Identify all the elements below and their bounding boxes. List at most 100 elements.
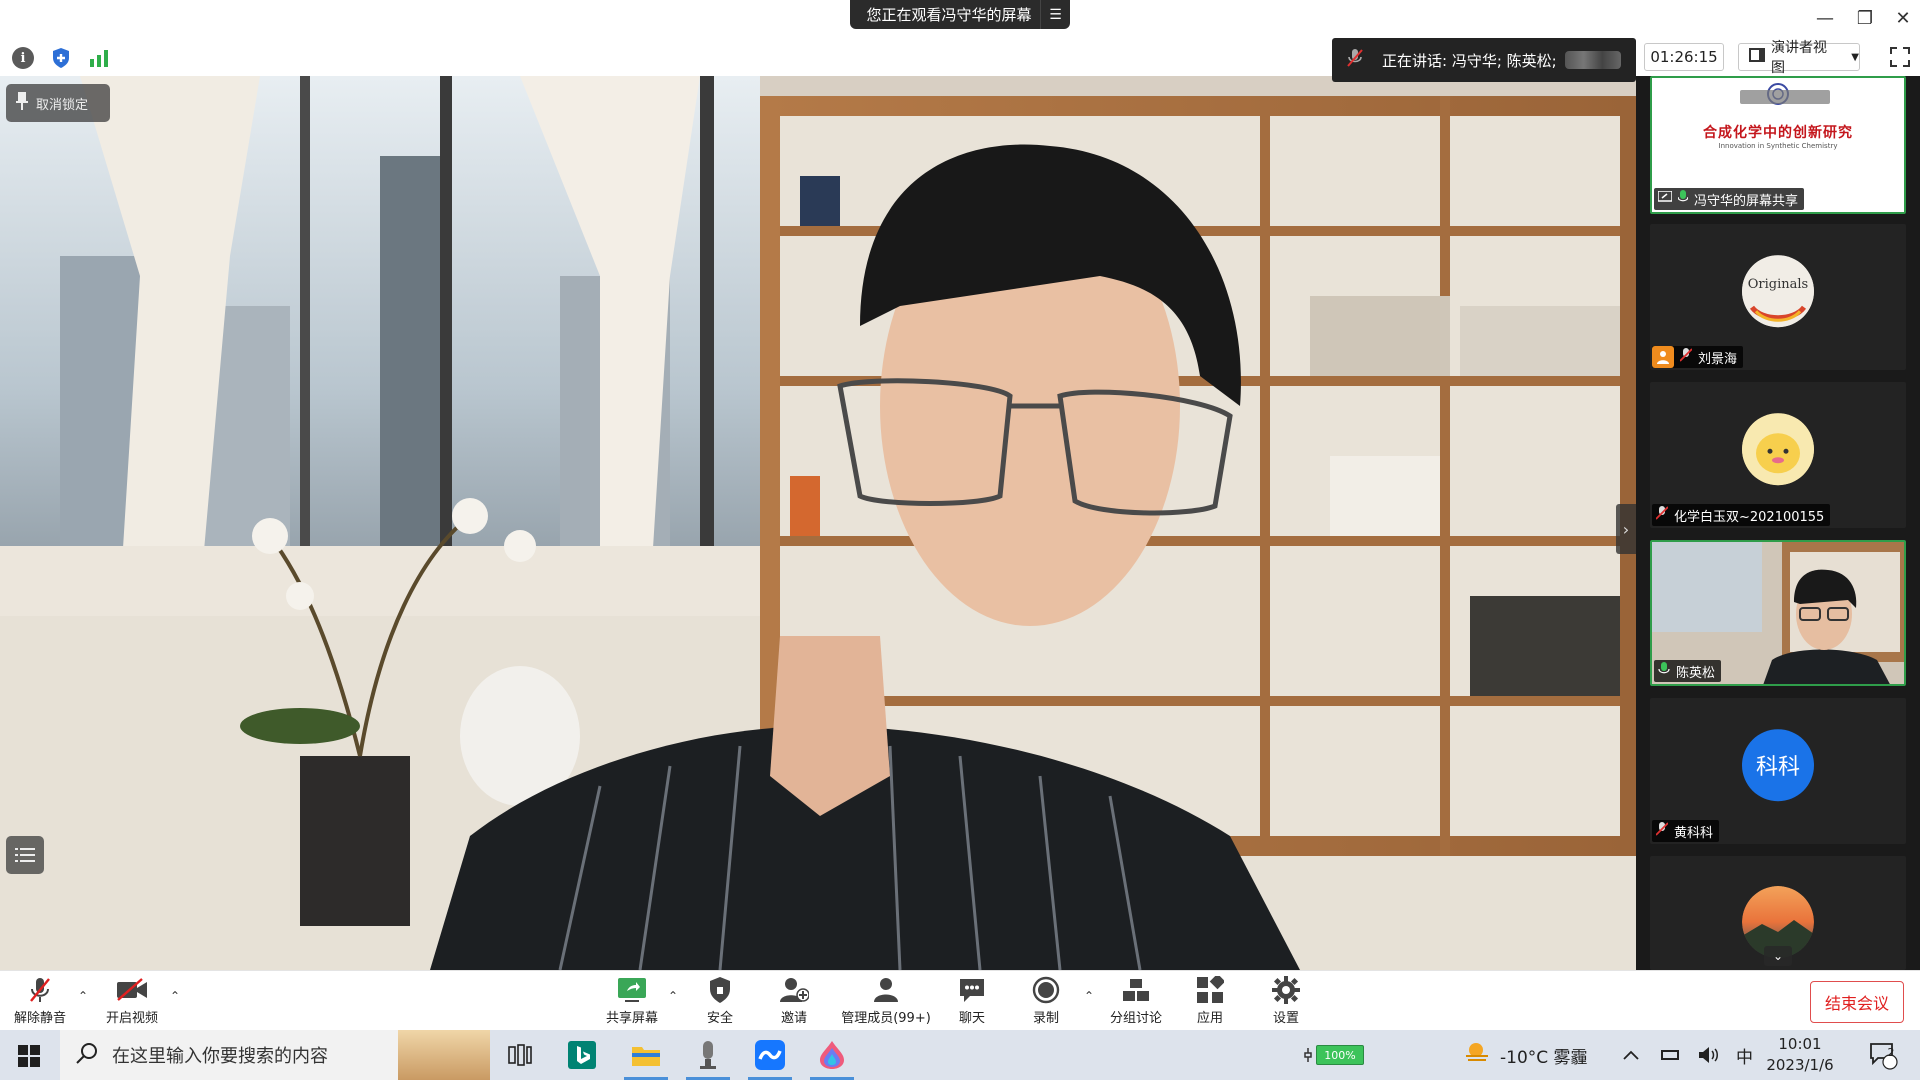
close-button[interactable]: ✕ xyxy=(1888,8,1918,29)
participant-name: 化学白玉双~202100155 xyxy=(1674,509,1825,525)
windows-start-icon[interactable] xyxy=(18,1045,40,1067)
muted-mic-icon xyxy=(1655,506,1669,524)
share-options-caret-icon[interactable]: ⌃ xyxy=(666,989,680,1003)
weather-widget[interactable]: -10°C 雾霾 xyxy=(1464,1030,1588,1080)
participant-name-tag: 刘景海 xyxy=(1652,346,1744,368)
view-mode-dropdown[interactable]: 演讲者视图 ▼ xyxy=(1738,40,1860,76)
participant-tile-active[interactable]: 陈英松 xyxy=(1650,540,1906,686)
browser-app-icon[interactable] xyxy=(804,1030,860,1080)
participant-name-tag: 陈英松 xyxy=(1654,660,1722,682)
chat-label: 聊天 xyxy=(958,1011,985,1026)
volume-icon[interactable] xyxy=(1698,1030,1720,1080)
video-off-icon xyxy=(115,975,149,1005)
main-speaker-video[interactable]: 取消锁定 › xyxy=(0,76,1636,970)
screen-share-banner[interactable]: 您正在观看冯守华的屏幕 ☰ xyxy=(850,0,1070,29)
share-screen-icon xyxy=(615,975,649,1005)
chevron-down-icon: ▼ xyxy=(1851,51,1859,63)
ime-indicator[interactable]: 中 xyxy=(1736,1030,1753,1080)
mic-on-icon xyxy=(1677,190,1689,208)
notification-center-icon[interactable]: 2 xyxy=(1868,1030,1898,1080)
participants-icon xyxy=(869,975,903,1005)
participant-tile[interactable]: 化学白玉双~202100155 xyxy=(1650,382,1906,528)
participant-name-tag: 黄科科 xyxy=(1652,820,1720,842)
taskbar-search-input[interactable]: 在这里输入你要搜索的内容 xyxy=(60,1030,490,1080)
menu-icon[interactable]: ☰ xyxy=(1040,0,1070,29)
battery-level: 100% xyxy=(1316,1045,1364,1065)
weather-label: -10°C 雾霾 xyxy=(1500,1047,1588,1068)
participant-tile[interactable]: Originals 刘景海 xyxy=(1650,224,1906,370)
meeting-timer: 01:26:15 xyxy=(1644,43,1724,71)
screen-share-thumbnail[interactable]: 合成化学中的创新研究 Innovation in Synthetic Chemi… xyxy=(1650,76,1906,214)
manage-participants-button[interactable]: 管理成员(99+) xyxy=(838,975,934,1029)
view-mode-label: 演讲者视图 xyxy=(1771,40,1827,76)
collapse-panel-chevron-icon[interactable]: › xyxy=(1616,504,1636,554)
apps-button[interactable]: 应用 xyxy=(1170,975,1250,1029)
tencent-meeting-icon[interactable] xyxy=(742,1030,798,1080)
fullscreen-icon[interactable] xyxy=(1890,47,1910,67)
task-view-icon[interactable] xyxy=(492,1030,548,1080)
chat-button[interactable]: 聊天 xyxy=(932,975,1012,1029)
start-video-label: 开启视频 xyxy=(105,1011,158,1026)
restore-button[interactable]: ❐ xyxy=(1850,8,1880,29)
show-hidden-icons-chevron-icon[interactable] xyxy=(1622,1030,1640,1080)
info-icon[interactable]: i xyxy=(12,47,34,69)
signal-icon[interactable] xyxy=(88,47,110,69)
settings-button[interactable]: 设置 xyxy=(1246,975,1326,1029)
search-icon xyxy=(76,1042,98,1069)
search-placeholder: 在这里输入你要搜索的内容 xyxy=(112,1046,328,1067)
avatar xyxy=(1742,413,1814,486)
chevron-down-icon[interactable]: ⌄ xyxy=(1764,946,1792,966)
shield-icon[interactable] xyxy=(50,47,72,69)
muted-mic-icon xyxy=(1346,48,1370,72)
unpin-button[interactable]: 取消锁定 xyxy=(6,84,110,122)
manage-participants-label: 管理成员(99+) xyxy=(841,1011,931,1026)
participant-tile[interactable]: ⌄ xyxy=(1650,856,1906,970)
windows-taskbar: 在这里输入你要搜索的内容 100% -10°C 雾霾 中 10:01 2023/… xyxy=(0,1030,1920,1080)
record-icon xyxy=(1029,975,1063,1005)
share-screen-label: 共享屏幕 xyxy=(605,1011,658,1026)
haze-weather-icon xyxy=(1464,1042,1490,1069)
avatar: 科科 xyxy=(1742,729,1814,802)
zoom-meeting-window: 您正在观看冯守华的屏幕 ☰ — ❐ ✕ i 取消锁定 › 正在讲话: 冯守华; … xyxy=(0,0,1920,1080)
slide-subtitle: Innovation in Synthetic Chemistry xyxy=(1718,142,1838,150)
taskbar-clock[interactable]: 10:01 2023/1/6 xyxy=(1760,1034,1840,1076)
video-options-caret-icon[interactable]: ⌃ xyxy=(168,989,182,1003)
unmute-button[interactable]: 解除静音 xyxy=(0,975,80,1029)
battery-charging-icon: 100% xyxy=(1302,1045,1364,1065)
end-meeting-button[interactable]: 结束会议 xyxy=(1810,981,1904,1023)
mic-on-icon xyxy=(1658,662,1670,680)
security-label: 安全 xyxy=(706,1011,733,1026)
screen-share-label: 冯守华的屏幕共享 xyxy=(1694,193,1799,209)
muted-mic-icon xyxy=(1655,822,1669,840)
speaker-view-icon xyxy=(1749,48,1765,66)
screen-share-icon xyxy=(1657,190,1673,207)
unpin-label: 取消锁定 xyxy=(36,97,89,113)
invite-button[interactable]: 邀请 xyxy=(754,975,834,1029)
notification-count: 2 xyxy=(1887,1046,1895,1059)
record-label: 录制 xyxy=(1032,1011,1059,1026)
record-options-caret-icon[interactable]: ⌃ xyxy=(1082,989,1096,1003)
participant-name: 刘景海 xyxy=(1698,351,1738,367)
participant-name-tag: 化学白玉双~202100155 xyxy=(1652,504,1831,526)
participant-panel: 合成化学中的创新研究 Innovation in Synthetic Chemi… xyxy=(1636,76,1920,970)
clock-date: 2023/1/6 xyxy=(1766,1056,1834,1074)
file-explorer-icon[interactable] xyxy=(618,1030,674,1080)
share-screen-button[interactable]: 共享屏幕 xyxy=(592,975,672,1029)
bing-icon[interactable] xyxy=(554,1030,610,1080)
participant-tile[interactable]: 科科 黄科科 xyxy=(1650,698,1906,844)
audio-options-caret-icon[interactable]: ⌃ xyxy=(76,989,90,1003)
record-button[interactable]: 录制 xyxy=(1006,975,1086,1029)
breakout-rooms-label: 分组讨论 xyxy=(1109,1011,1162,1026)
muted-mic-icon xyxy=(23,975,57,1005)
minimize-button[interactable]: — xyxy=(1810,8,1840,29)
gear-icon xyxy=(1269,975,1303,1005)
recorder-app-icon[interactable] xyxy=(680,1030,736,1080)
meeting-controls: 解除静音 ⌃ 开启视频 ⌃ 共享屏幕 ⌃ 安全 邀请 管理成员(99+) 聊天 … xyxy=(0,970,1920,1030)
network-icon[interactable] xyxy=(1660,1030,1680,1080)
talking-label: 正在讲话: 冯守华; 陈英松; xyxy=(1382,51,1557,70)
battery-indicator[interactable]: 100% xyxy=(1302,1030,1364,1080)
breakout-rooms-button[interactable]: 分组讨论 xyxy=(1096,975,1176,1029)
security-button[interactable]: 安全 xyxy=(680,975,760,1029)
list-icon[interactable] xyxy=(6,836,44,874)
start-video-button[interactable]: 开启视频 xyxy=(92,975,172,1029)
